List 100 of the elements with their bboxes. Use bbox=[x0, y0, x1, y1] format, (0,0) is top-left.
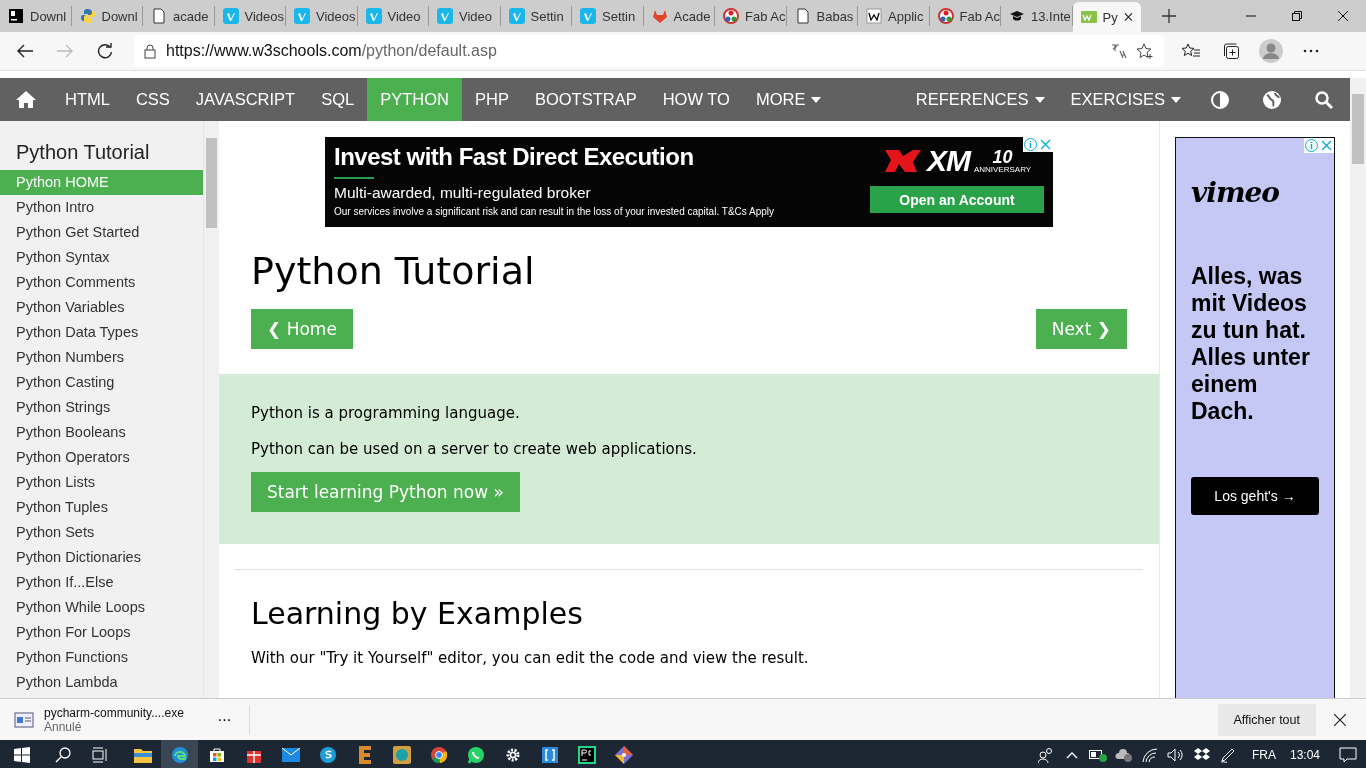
avatar-icon[interactable] bbox=[1259, 39, 1283, 63]
nav-link[interactable]: REFERENCES bbox=[902, 78, 1058, 121]
browser-tab[interactable]: Py bbox=[1072, 2, 1141, 32]
browser-tab[interactable]: Videos bbox=[286, 6, 358, 26]
volume-icon[interactable] bbox=[1166, 748, 1185, 762]
refresh-icon[interactable] bbox=[97, 43, 113, 59]
contrast-icon[interactable] bbox=[1211, 90, 1229, 109]
store-icon[interactable] bbox=[208, 747, 225, 763]
favorites-icon[interactable] bbox=[1182, 43, 1200, 59]
browser-tab[interactable]: Fab Ac bbox=[929, 6, 1001, 26]
close-icon[interactable] bbox=[1123, 12, 1133, 22]
browser-tab[interactable]: Video bbox=[429, 6, 501, 26]
sidebar-link[interactable]: Python For Loops bbox=[0, 620, 203, 645]
browser-tab[interactable]: Settin bbox=[500, 6, 572, 26]
nav-link[interactable]: PHP bbox=[462, 78, 522, 121]
more-button[interactable]: ... bbox=[209, 706, 240, 733]
browser-tab[interactable]: Babas bbox=[786, 6, 858, 26]
more-icon[interactable] bbox=[1303, 49, 1319, 53]
brand-logo: XM bbox=[926, 144, 970, 178]
home-icon[interactable] bbox=[16, 91, 36, 108]
restore-icon[interactable] bbox=[1292, 11, 1302, 21]
sidebar-link[interactable]: Python Functions bbox=[0, 645, 203, 670]
sidebar-link[interactable]: Python Dictionaries bbox=[0, 545, 203, 570]
mail-icon[interactable] bbox=[281, 748, 300, 762]
scrollbar[interactable] bbox=[203, 121, 219, 698]
ad-button[interactable]: Los geht's → bbox=[1191, 477, 1319, 515]
info-icon[interactable] bbox=[1304, 138, 1319, 153]
browser-tab[interactable]: Downl bbox=[0, 6, 72, 26]
chat-app-icon[interactable] bbox=[319, 747, 336, 763]
windows-start-icon[interactable] bbox=[14, 747, 30, 763]
browser-tab[interactable]: Settin bbox=[572, 6, 644, 26]
settings-icon[interactable] bbox=[504, 747, 521, 763]
sidebar-link[interactable]: Python Get Started bbox=[0, 220, 203, 245]
nav-link[interactable]: EXERCISES bbox=[1057, 78, 1194, 121]
sidebar-link[interactable]: Python Data Types bbox=[0, 320, 203, 345]
chevron-up-icon[interactable] bbox=[1065, 751, 1078, 759]
sidebar-link[interactable]: Python If...Else bbox=[0, 570, 203, 595]
letter-app-icon[interactable] bbox=[358, 746, 371, 764]
nav-link[interactable]: HOW TO bbox=[649, 78, 743, 121]
sidebar-link[interactable]: Python Variables bbox=[0, 295, 203, 320]
search-icon[interactable] bbox=[54, 747, 71, 763]
task-view-icon[interactable] bbox=[91, 747, 108, 763]
globe-icon[interactable] bbox=[1263, 90, 1281, 109]
dropbox-icon[interactable] bbox=[1193, 748, 1210, 762]
sidebar-link[interactable]: Python Lists bbox=[0, 470, 203, 495]
notifications-icon[interactable] bbox=[1339, 747, 1357, 763]
nav-link[interactable]: JAVASCRIPT bbox=[182, 78, 309, 121]
chrome-icon[interactable] bbox=[429, 746, 448, 764]
ad-banner[interactable] bbox=[325, 137, 1053, 227]
nav-link[interactable]: HTML bbox=[52, 78, 123, 121]
star-icon[interactable] bbox=[1137, 43, 1154, 59]
wifi-icon[interactable] bbox=[1141, 748, 1158, 762]
show-all-button[interactable]: Afficher tout bbox=[1217, 703, 1316, 736]
browser-tab[interactable]: acade bbox=[143, 6, 215, 26]
download-filename[interactable]: pycharm-community....exe bbox=[44, 705, 184, 720]
scrollbar[interactable] bbox=[1350, 78, 1366, 698]
nav-link[interactable]: MORE bbox=[742, 78, 835, 121]
sidebar-link[interactable]: Python Sets bbox=[0, 520, 203, 545]
collections-icon[interactable] bbox=[1222, 42, 1240, 60]
address-field[interactable]: https://www.w3schools.com/python/default.asp bbox=[134, 35, 1164, 67]
clock-time[interactable]: 13:04 bbox=[1289, 748, 1320, 762]
browser-tab[interactable]: Applic bbox=[858, 6, 930, 26]
side-ad[interactable]: vimeo Alles, was mit Videos zu tun hat. Alles unter einem Dach. Los geht's → bbox=[1175, 137, 1335, 698]
caret-icon bbox=[1034, 96, 1045, 103]
cloud-icon[interactable] bbox=[1114, 748, 1133, 762]
folder-icon[interactable] bbox=[133, 747, 152, 763]
nav-link[interactable]: CSS bbox=[122, 78, 183, 121]
sidebar-link[interactable]: Python Intro bbox=[0, 195, 203, 220]
sidebar-link[interactable]: Python Lambda bbox=[0, 670, 203, 695]
ide-app-icon[interactable] bbox=[577, 746, 596, 764]
sidebar-link[interactable]: Python Numbers bbox=[0, 345, 203, 370]
sidebar-link[interactable]: Python While Loops bbox=[0, 595, 203, 620]
browser-tab[interactable]: Downl bbox=[71, 6, 143, 26]
browser-tab[interactable]: Videos bbox=[214, 6, 286, 26]
nav-link[interactable]: SQL bbox=[308, 78, 368, 121]
browser-tab[interactable]: Fab Ac bbox=[715, 6, 787, 26]
sidebar-link[interactable]: Python Strings bbox=[0, 395, 203, 420]
back-icon[interactable] bbox=[17, 44, 33, 58]
nav-link[interactable]: BOOTSTRAP bbox=[521, 78, 650, 121]
edge-browser-icon[interactable] bbox=[170, 746, 189, 764]
close-icon[interactable] bbox=[1334, 713, 1346, 726]
browser-tab[interactable]: Acade bbox=[643, 6, 715, 26]
whatsapp-icon[interactable] bbox=[466, 746, 485, 764]
sidebar-link[interactable]: Python Operators bbox=[0, 445, 203, 470]
search-icon[interactable] bbox=[1315, 90, 1333, 109]
info-icon[interactable] bbox=[1023, 137, 1038, 152]
sidebar-link[interactable]: Python Casting bbox=[0, 370, 203, 395]
brackets-app-icon[interactable] bbox=[541, 747, 558, 763]
browser-tab[interactable]: 13.Inte bbox=[1001, 6, 1073, 26]
sidebar-link[interactable]: Python Syntax bbox=[0, 245, 203, 270]
close-icon[interactable] bbox=[1338, 11, 1348, 21]
sidebar-link[interactable]: Python Booleans bbox=[0, 420, 203, 445]
people-icon[interactable] bbox=[1037, 747, 1054, 763]
sidebar-link[interactable]: Python Comments bbox=[0, 270, 203, 295]
sidebar-link[interactable]: Python Tuples bbox=[0, 495, 203, 520]
language-indicator[interactable]: FRA bbox=[1251, 748, 1276, 762]
pen-icon[interactable] bbox=[1219, 747, 1236, 763]
battery-icon[interactable] bbox=[1088, 748, 1107, 762]
new-tab-icon[interactable] bbox=[1161, 9, 1176, 23]
browser-tab[interactable]: Video bbox=[357, 6, 429, 26]
